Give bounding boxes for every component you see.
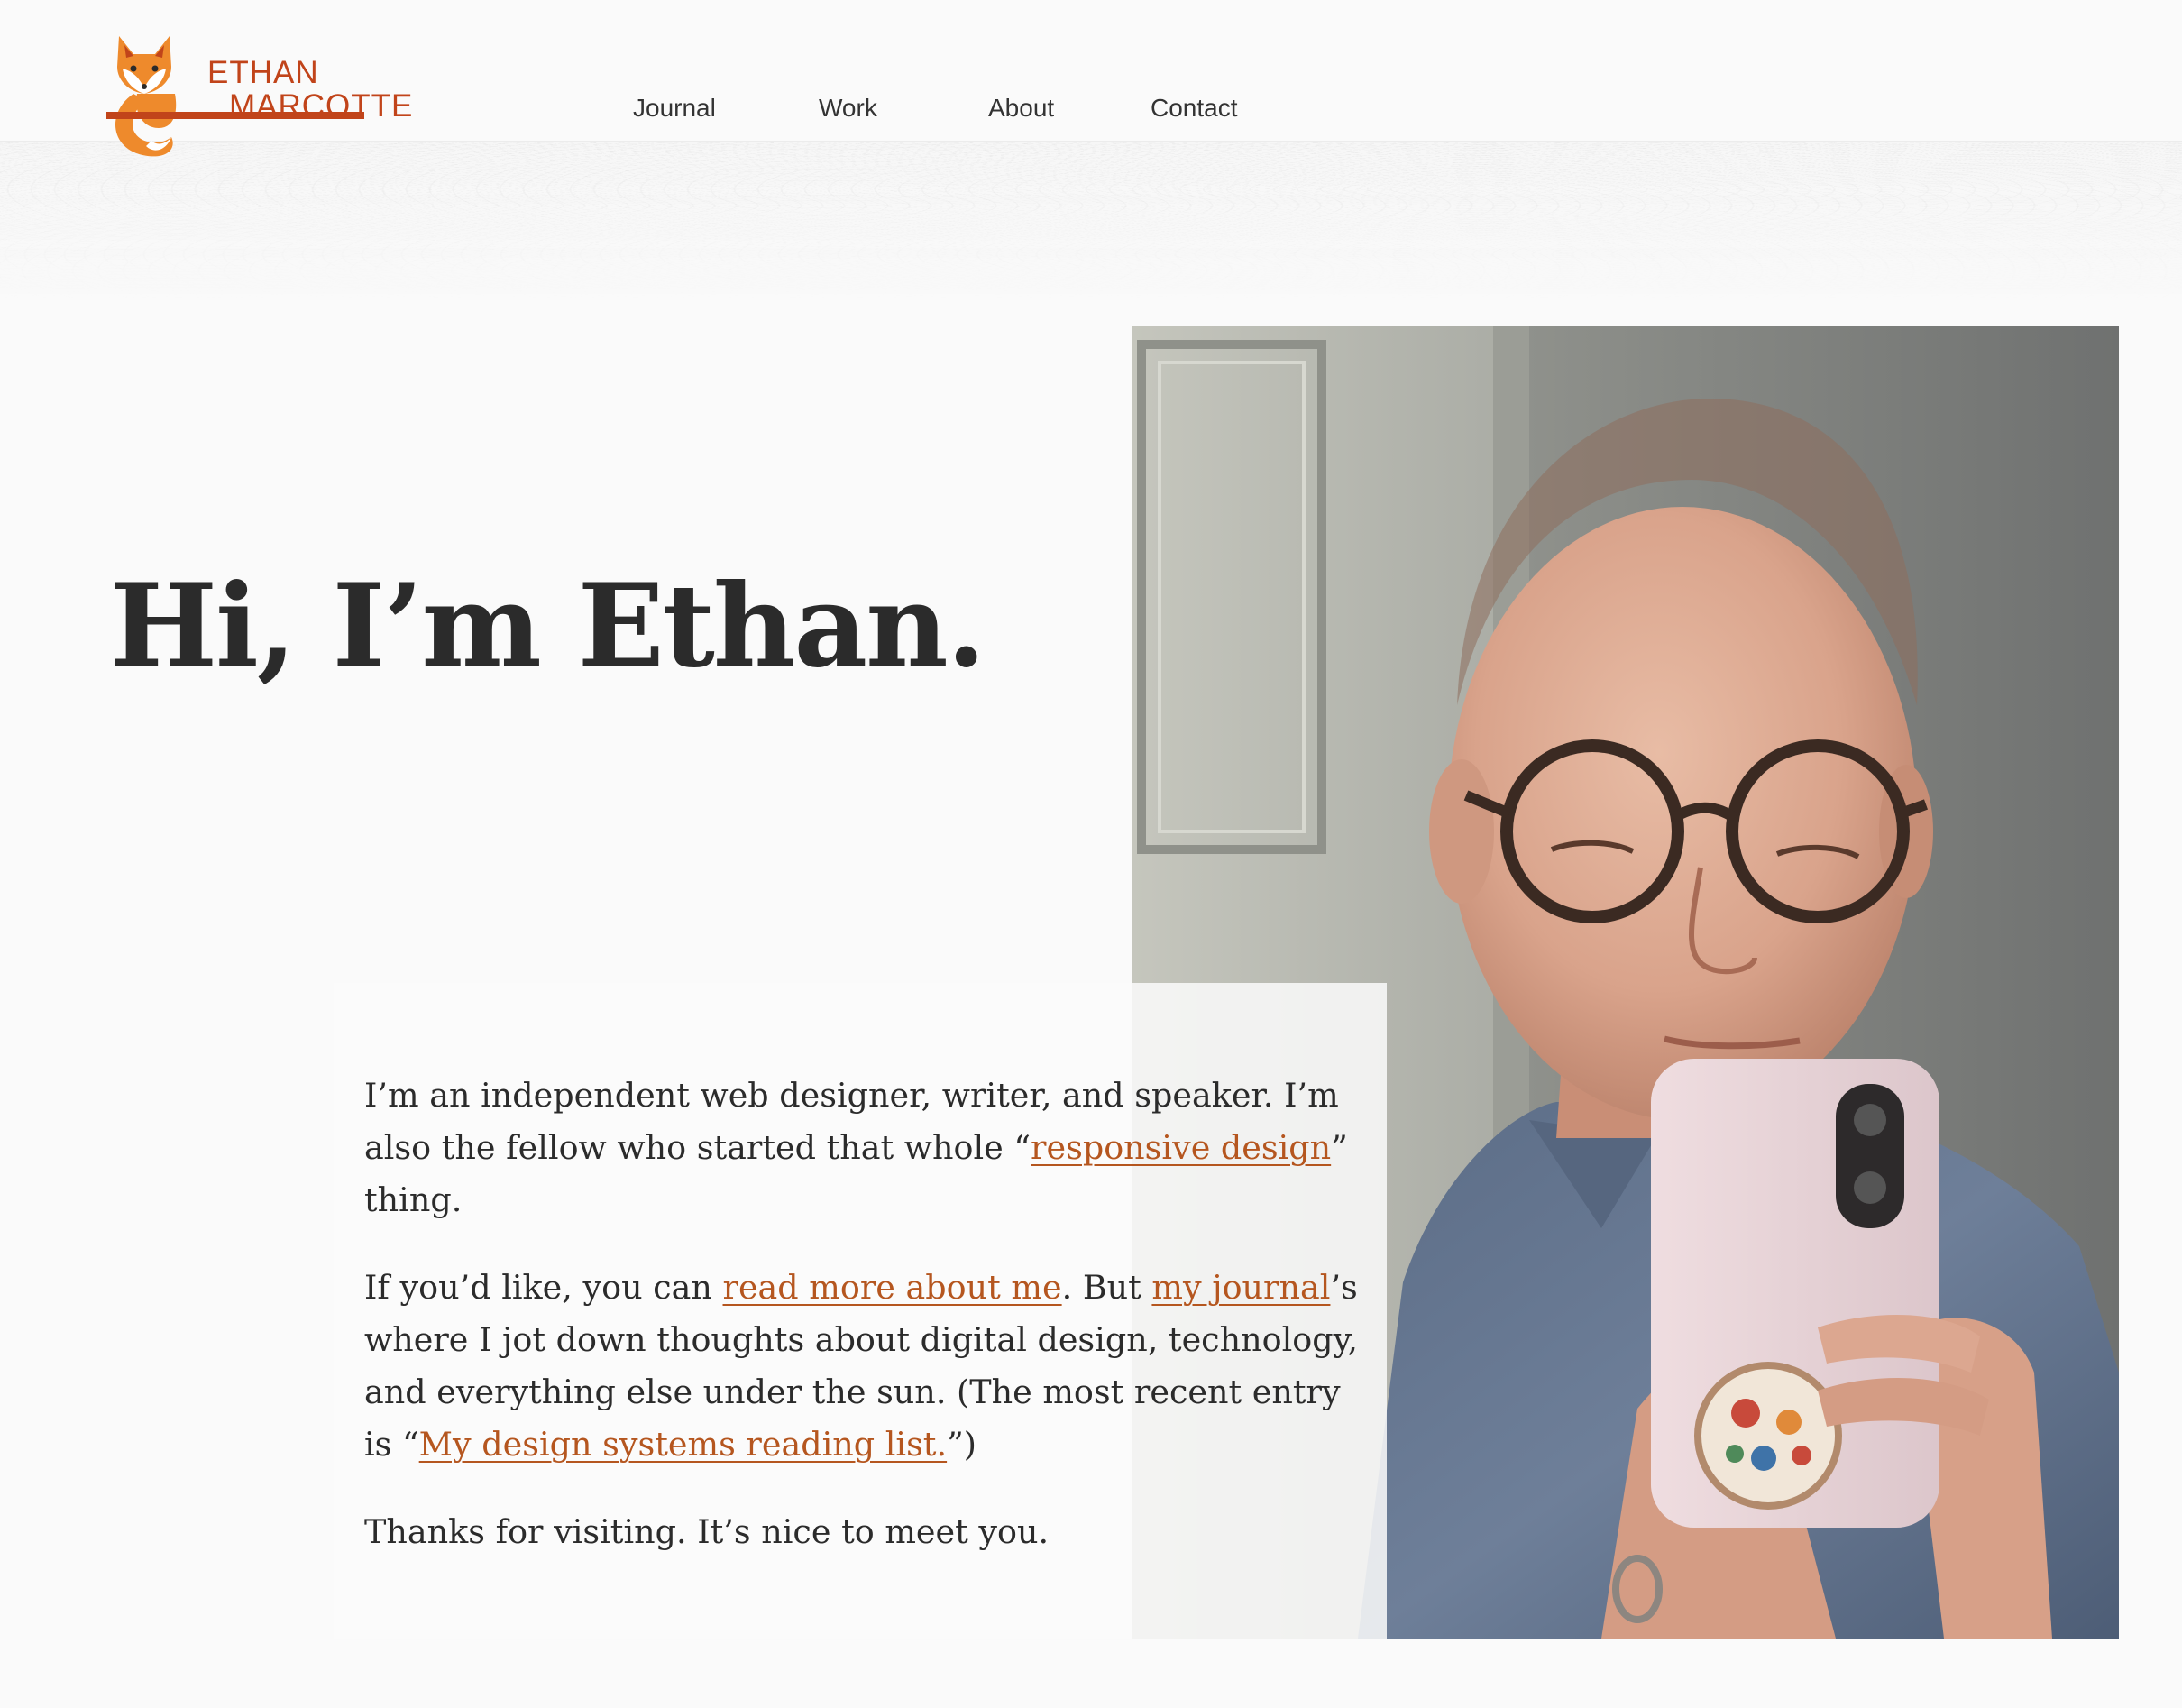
- page-title: Hi, I’m Ethan.: [110, 559, 986, 693]
- nav-work[interactable]: Work: [819, 94, 877, 123]
- read-more-about-me-link[interactable]: read more about me: [723, 1268, 1062, 1307]
- recent-entry-link[interactable]: My design systems reading list.: [419, 1425, 947, 1464]
- responsive-design-link[interactable]: responsive design: [1031, 1128, 1331, 1167]
- my-journal-link[interactable]: my journal: [1151, 1268, 1330, 1307]
- intro-p2-text-4: ”): [947, 1425, 976, 1464]
- intro-p3-text-1: Thanks for visiting. It’s nice to meet y…: [364, 1512, 1050, 1551]
- intro-paragraph-2: If you’d like, you can read more about m…: [364, 1262, 1365, 1471]
- site-logo[interactable]: ETHAN MARCOTTE: [106, 31, 412, 166]
- nav-contact[interactable]: Contact: [1151, 94, 1238, 123]
- intro-text: I’m an independent web designer, writer,…: [364, 1070, 1365, 1593]
- logo-underline: [106, 112, 364, 119]
- intro-paragraph-3: Thanks for visiting. It’s nice to meet y…: [364, 1506, 1365, 1558]
- nav-journal[interactable]: Journal: [633, 94, 716, 123]
- intro-p2-text-2: . But: [1061, 1268, 1152, 1307]
- intro-p2-text-1: If you’d like, you can: [364, 1268, 723, 1307]
- logo-line-1: ETHAN: [207, 55, 319, 90]
- intro-paragraph-1: I’m an independent web designer, writer,…: [364, 1070, 1365, 1226]
- nav-about[interactable]: About: [988, 94, 1054, 123]
